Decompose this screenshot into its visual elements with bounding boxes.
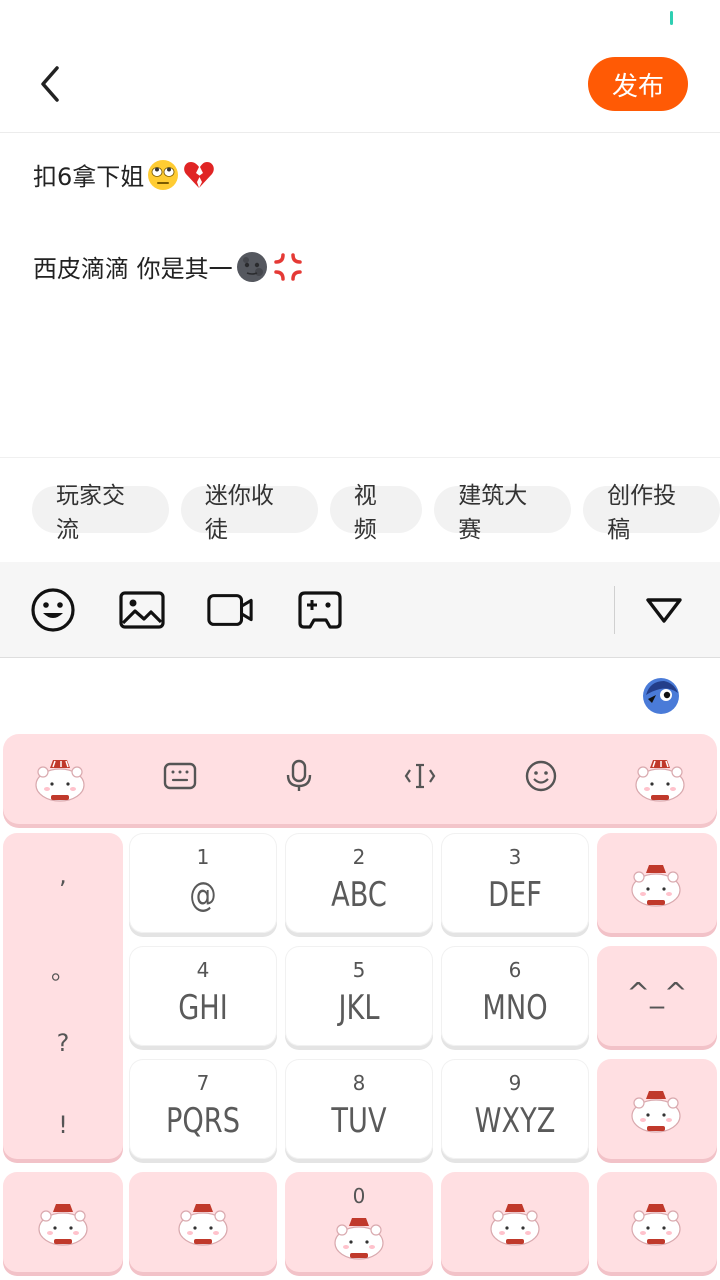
topic-tag[interactable]: 建筑大赛 [434, 483, 572, 543]
key-letters: JKL [338, 988, 380, 1028]
topic-tag[interactable]: 视频 [329, 483, 423, 543]
face-with-rolling-eyes-emoji-icon [148, 159, 179, 190]
key-9[interactable]: 9 WXYZ [441, 1059, 589, 1159]
bear-sticker-icon [631, 865, 681, 907]
key-number: 1 [196, 845, 210, 869]
ime-logo-icon[interactable] [640, 675, 682, 717]
topic-tag[interactable]: 迷你收徒 [180, 483, 318, 543]
bear-sticker-icon [490, 1204, 540, 1246]
editor-line-text: 西皮滴滴 你是其一 [33, 255, 233, 283]
keyboard-top-bar [3, 734, 717, 824]
voice-input-button[interactable] [279, 756, 319, 796]
compose-toolbar [0, 562, 720, 658]
bear-sticker-icon[interactable] [31, 754, 89, 804]
number-mode-key[interactable] [129, 1172, 277, 1272]
topic-tag[interactable]: 创作投稿 [583, 483, 720, 543]
cursor-icon [404, 763, 436, 789]
space-key[interactable]: 0 [285, 1172, 433, 1272]
video-icon [207, 594, 253, 626]
keyboard-icon [163, 762, 197, 790]
publish-button[interactable]: 发布 [588, 57, 688, 111]
bear-sticker-icon [631, 1091, 681, 1133]
editor-line-text: 扣6拿下姐 [33, 163, 145, 191]
key-2[interactable]: 2 ABC [285, 833, 433, 933]
kaomoji-key[interactable]: ^_^ [597, 946, 717, 1046]
key-number: 6 [508, 958, 522, 982]
image-button[interactable] [118, 586, 166, 634]
key-letters: @ [189, 875, 217, 915]
status-indicator [670, 11, 673, 25]
key-letters: GHI [178, 988, 228, 1028]
divider [0, 457, 720, 458]
header: 发布 [0, 40, 720, 132]
topic-tag[interactable]: 玩家交流 [32, 483, 169, 543]
microphone-icon [286, 759, 312, 791]
post-text-editor[interactable]: 扣6拿下姐 西皮滴滴 你是其一 [0, 133, 720, 457]
sticker-key[interactable] [597, 833, 717, 933]
symbol-key[interactable] [3, 1172, 123, 1272]
collapse-icon [646, 598, 682, 623]
image-icon [119, 591, 165, 629]
key-letters: WXYZ [474, 1101, 556, 1141]
bear-sticker-icon [38, 1204, 88, 1246]
keyboard: , 。 ? ! 1 @ 2 ABC 3 DEF 4 GHI 5 JKL 6 MN… [0, 731, 720, 1280]
key-number: 2 [352, 845, 366, 869]
punctuation-key[interactable]: , 。 ? ! [3, 833, 123, 1159]
emoji-icon [31, 588, 75, 632]
emoji-icon [525, 760, 557, 792]
emoji-button[interactable] [29, 586, 77, 634]
key-1[interactable]: 1 @ [129, 833, 277, 933]
key-5[interactable]: 5 JKL [285, 946, 433, 1046]
game-button[interactable] [296, 586, 344, 634]
toolbar-separator [614, 586, 615, 634]
bear-sticker-icon [178, 1204, 228, 1246]
key-number: 0 [352, 1184, 366, 1208]
language-switch-key[interactable] [441, 1172, 589, 1272]
key-3[interactable]: 3 DEF [441, 833, 589, 933]
gamepad-icon [298, 591, 342, 629]
back-button[interactable] [28, 60, 72, 108]
broken-heart-emoji-icon [184, 161, 215, 188]
ime-candidate-bar [0, 659, 720, 731]
key-8[interactable]: 8 TUV [285, 1059, 433, 1159]
key-letters: TUV [331, 1101, 387, 1141]
punct-comma: , [59, 861, 67, 889]
bear-sticker-icon[interactable] [631, 754, 689, 804]
bear-sticker-icon [334, 1218, 384, 1260]
new-moon-face-emoji-icon [236, 251, 267, 282]
key-letters: ABC [331, 875, 387, 915]
key-number: 4 [196, 958, 210, 982]
video-button[interactable] [206, 586, 254, 634]
key-7[interactable]: 7 PQRS [129, 1059, 277, 1159]
bear-sticker-icon [631, 1204, 681, 1246]
key-number: 7 [196, 1071, 210, 1095]
sticker-key[interactable] [597, 1059, 717, 1159]
punct-period: 。 [51, 957, 75, 985]
punct-question: ? [56, 1029, 70, 1057]
key-6[interactable]: 6 MNO [441, 946, 589, 1046]
enter-key[interactable] [597, 1172, 717, 1272]
cursor-control-button[interactable] [400, 756, 440, 796]
key-number: 9 [508, 1071, 522, 1095]
key-letters: PQRS [166, 1101, 240, 1141]
editor-line: 西皮滴滴 你是其一 [33, 249, 305, 284]
post-editor-screen: 发布 扣6拿下姐 西皮滴滴 你是其一 玩家交流 迷你收徒 视频 建筑大赛 创作投… [0, 0, 720, 1280]
punct-exclamation: ! [58, 1111, 68, 1139]
anger-symbol-emoji-icon [273, 252, 302, 281]
key-number: 3 [508, 845, 522, 869]
key-letters: DEF [488, 875, 542, 915]
keyboard-emoji-button[interactable] [521, 756, 561, 796]
collapse-button[interactable] [640, 586, 688, 634]
keyboard-switch-button[interactable] [160, 756, 200, 796]
kaomoji-label: ^_^ [626, 976, 688, 1009]
key-letters: MNO [482, 988, 548, 1028]
key-4[interactable]: 4 GHI [129, 946, 277, 1046]
topic-tags: 玩家交流 迷你收徒 视频 建筑大赛 创作投稿 [32, 483, 720, 543]
key-number: 8 [352, 1071, 366, 1095]
editor-line: 扣6拿下姐 [33, 157, 216, 192]
key-number: 5 [352, 958, 366, 982]
chevron-left-icon [41, 66, 59, 102]
